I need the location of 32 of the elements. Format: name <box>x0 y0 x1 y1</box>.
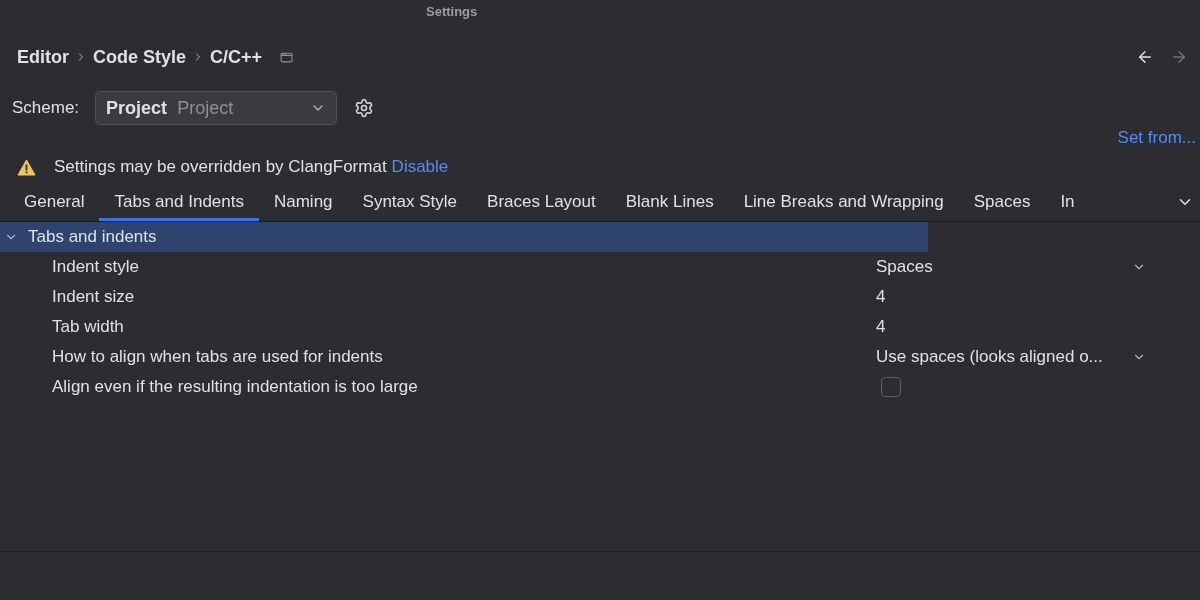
window-title: Settings <box>426 3 478 22</box>
window-icon[interactable] <box>280 50 294 64</box>
option-value[interactable]: 4 <box>876 284 886 310</box>
option-label: How to align when tabs are used for indents <box>51 346 384 369</box>
option-dropdown[interactable]: Spaces <box>876 254 1146 280</box>
option-label: Indent style <box>51 256 140 279</box>
warning-text: Settings may be overridden by ClangFormat <box>54 156 387 179</box>
forward-arrow-icon[interactable] <box>1170 48 1188 66</box>
breadcrumb[interactable]: C/C++ <box>210 43 263 71</box>
group-header[interactable]: Tabs and indents <box>0 222 928 252</box>
breadcrumb[interactable]: Editor <box>17 43 69 71</box>
tab[interactable]: Line Breaks and Wrapping <box>728 185 959 221</box>
tab[interactable]: Naming <box>258 185 348 221</box>
scheme-label: Scheme: <box>12 97 80 120</box>
settings-icon[interactable] <box>354 98 375 118</box>
tab[interactable]: General <box>9 185 100 221</box>
tab[interactable]: Blank Lines <box>610 185 729 221</box>
breadcrumb[interactable]: Code Style <box>93 43 187 71</box>
scheme-dropdown[interactable]: Project Project <box>95 91 338 125</box>
option-checkbox[interactable] <box>881 377 901 397</box>
set-from-link[interactable]: Set from... <box>1117 124 1196 150</box>
option-label: Tab width <box>51 316 125 339</box>
option-label: Indent size <box>51 286 136 309</box>
tab[interactable]: Braces Layout <box>472 185 611 221</box>
tab[interactable]: Syntax Style <box>347 185 473 221</box>
tab[interactable]: Spaces <box>958 185 1046 221</box>
disable-link[interactable]: Disable <box>391 154 449 180</box>
option-value[interactable]: 4 <box>876 314 886 340</box>
option-dropdown[interactable]: Use spaces (looks aligned o... <box>876 344 1146 370</box>
warning-icon <box>17 158 36 176</box>
tab[interactable]: In <box>1045 185 1090 221</box>
option-label: Align even if the resulting indentation is too large <box>51 376 419 399</box>
